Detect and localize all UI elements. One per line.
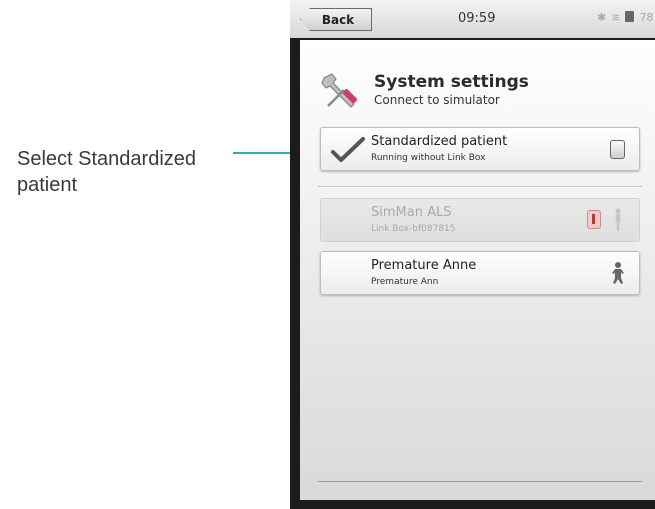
device-icon [610, 140, 625, 159]
simulator-title: SimMan ALS [371, 205, 452, 220]
figure-icon [615, 208, 621, 231]
settings-screen: System settings Connect to simulator Sta… [300, 40, 655, 500]
clock: 09:59 [458, 11, 496, 26]
bluetooth-icon: ✱ [597, 11, 607, 24]
simulator-item-standardized-patient[interactable]: Standardized patient Running without Lin… [320, 127, 640, 171]
linkbox-warning-icon [587, 210, 601, 229]
system-icons: ✱ ≋ 78 [597, 11, 653, 24]
section-divider [318, 186, 642, 187]
simulator-title: Standardized patient [371, 134, 508, 149]
status-bar: Back 09:59 ✱ ≋ 78 [290, 0, 655, 38]
checkmark-icon [331, 137, 365, 162]
simulator-title: Premature Anne [371, 258, 477, 273]
simulator-subtitle: Link Box-bf087815 [371, 224, 456, 234]
battery-icon [625, 11, 635, 22]
simulator-item-premature-anne[interactable]: Premature Anne Premature Ann [320, 251, 640, 295]
callout-label: Select Standardized patient [17, 148, 197, 196]
page-title: System settings [374, 72, 529, 92]
battery-level: 78 [639, 11, 654, 24]
baby-figure-icon [612, 262, 624, 284]
tablet-device: Back 09:59 ✱ ≋ 78 System settings Connec… [290, 0, 655, 509]
back-button[interactable]: Back [300, 8, 372, 31]
tools-icon [321, 73, 357, 108]
simulator-subtitle: Running without Link Box [371, 153, 486, 163]
page-subtitle: Connect to simulator [374, 93, 500, 107]
bottom-divider [318, 481, 642, 482]
simulator-subtitle: Premature Ann [371, 277, 439, 287]
wifi-icon: ≋ [611, 11, 621, 24]
simulator-item-simman-als[interactable]: SimMan ALS Link Box-bf087815 [320, 198, 640, 242]
